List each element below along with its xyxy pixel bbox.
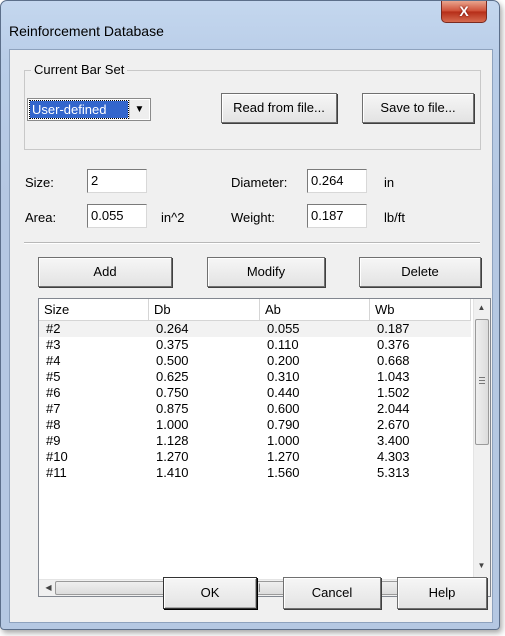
table-cell-wb: 4.303 — [377, 449, 410, 464]
close-button[interactable]: X — [441, 1, 487, 23]
table-cell-ab: 1.270 — [267, 449, 300, 464]
table-cell-ab: 0.600 — [267, 401, 300, 416]
chevron-down-icon[interactable]: ▼ — [129, 100, 149, 119]
bar-set-selected-value: User-defined — [29, 100, 129, 119]
weight-unit: lb/ft — [384, 210, 405, 225]
table-cell-wb: 1.043 — [377, 369, 410, 384]
table-cell-wb: 2.670 — [377, 417, 410, 432]
table-cell-size: #9 — [46, 433, 61, 448]
table-row[interactable]: #7 0.875 0.600 2.044 — [39, 401, 471, 417]
add-button[interactable]: Add — [38, 257, 172, 287]
table-row[interactable]: #11 1.410 1.560 5.313 — [39, 465, 471, 481]
window-title: Reinforcement Database — [9, 23, 164, 39]
save-to-file-button[interactable]: Save to file... — [362, 93, 474, 123]
table-cell-db: 1.000 — [156, 417, 189, 432]
table-cell-ab: 1.000 — [267, 433, 300, 448]
vertical-scrollbar[interactable]: ▲ ▼ — [473, 299, 490, 579]
weight-field[interactable]: 0.187 — [307, 204, 367, 228]
column-header-db[interactable]: Db — [149, 299, 260, 320]
size-field[interactable]: 2 — [87, 169, 147, 193]
table-cell-ab: 0.200 — [267, 353, 300, 368]
table-cell-size: #7 — [46, 401, 61, 416]
scroll-left-icon[interactable]: ◀ — [41, 583, 56, 592]
table-cell-size: #3 — [46, 337, 61, 352]
cancel-button[interactable]: Cancel — [283, 577, 381, 609]
table-cell-wb: 0.187 — [377, 321, 410, 336]
table-cell-db: 1.128 — [156, 433, 189, 448]
weight-label: Weight: — [231, 210, 275, 225]
help-button[interactable]: Help — [397, 577, 487, 609]
table-cell-db: 1.410 — [156, 465, 189, 480]
area-label: Area: — [25, 210, 57, 225]
table-cell-db: 0.625 — [156, 369, 189, 384]
table-cell-db: 0.264 — [156, 321, 189, 336]
reinforcement-table[interactable]: Size Db Ab Wb #2 0.264 0.055 0.187 #3 0.375 0.… — [38, 298, 491, 597]
table-row[interactable]: #10 1.270 1.270 4.303 — [39, 449, 471, 465]
table-row[interactable]: #9 1.128 1.000 3.400 — [39, 433, 471, 449]
table-cell-ab: 0.055 — [267, 321, 300, 336]
table-cell-size: #5 — [46, 369, 61, 384]
table-cell-ab: 0.440 — [267, 385, 300, 400]
table-row[interactable]: #3 0.375 0.110 0.376 — [39, 337, 471, 353]
size-label: Size: — [25, 175, 54, 190]
scroll-up-icon[interactable]: ▲ — [474, 303, 489, 312]
separator — [24, 242, 480, 244]
table-cell-size: #4 — [46, 353, 61, 368]
table-cell-ab: 0.110 — [267, 337, 299, 352]
table-row[interactable]: #5 0.625 0.310 1.043 — [39, 369, 471, 385]
table-row[interactable]: #6 0.750 0.440 1.502 — [39, 385, 471, 401]
table-cell-wb: 5.313 — [377, 465, 410, 480]
table-cell-db: 0.500 — [156, 353, 189, 368]
area-unit: in^2 — [161, 210, 185, 225]
table-header: Size Db Ab Wb — [39, 299, 471, 321]
area-field[interactable]: 0.055 — [87, 204, 147, 228]
close-icon: X — [459, 3, 469, 19]
table-cell-size: #11 — [46, 465, 67, 480]
vertical-scroll-thumb[interactable] — [475, 319, 489, 445]
dialog-window: Reinforcement Database X Current Bar Set… — [0, 0, 500, 630]
table-cell-wb: 3.400 — [377, 433, 410, 448]
diameter-label: Diameter: — [231, 175, 288, 190]
modify-button[interactable]: Modify — [207, 257, 325, 287]
table-cell-ab: 0.790 — [267, 417, 300, 432]
scroll-down-icon[interactable]: ▼ — [474, 561, 489, 570]
table-cell-wb: 0.376 — [377, 337, 410, 352]
table-row[interactable]: #2 0.264 0.055 0.187 — [39, 321, 471, 337]
bar-set-dropdown[interactable]: User-defined ▼ — [27, 98, 151, 121]
table-cell-db: 0.750 — [156, 385, 189, 400]
table-cell-db: 0.375 — [156, 337, 189, 352]
table-cell-db: 1.270 — [156, 449, 189, 464]
diameter-field[interactable]: 0.264 — [307, 169, 367, 193]
table-row[interactable]: #4 0.500 0.200 0.668 — [39, 353, 471, 369]
table-cell-db: 0.875 — [156, 401, 189, 416]
group-label: Current Bar Set — [31, 62, 128, 77]
table-cell-ab: 1.560 — [267, 465, 300, 480]
column-header-size[interactable]: Size — [39, 299, 149, 320]
table-cell-ab: 0.310 — [267, 369, 300, 384]
table-cell-wb: 2.044 — [377, 401, 410, 416]
table-cell-size: #10 — [46, 449, 68, 464]
delete-button[interactable]: Delete — [359, 257, 481, 287]
column-header-ab[interactable]: Ab — [260, 299, 370, 320]
column-header-wb[interactable]: Wb — [370, 299, 471, 320]
table-cell-size: #8 — [46, 417, 61, 432]
ok-button[interactable]: OK — [163, 577, 257, 609]
table-cell-size: #6 — [46, 385, 61, 400]
read-from-file-button[interactable]: Read from file... — [221, 93, 337, 123]
table-cell-wb: 0.668 — [377, 353, 410, 368]
dialog-client-area: Current Bar Set User-defined ▼ Read from… — [9, 49, 493, 623]
table-row[interactable]: #8 1.000 0.790 2.670 — [39, 417, 471, 433]
table-cell-size: #2 — [46, 321, 61, 336]
table-cell-wb: 1.502 — [377, 385, 410, 400]
diameter-unit: in — [384, 175, 395, 190]
